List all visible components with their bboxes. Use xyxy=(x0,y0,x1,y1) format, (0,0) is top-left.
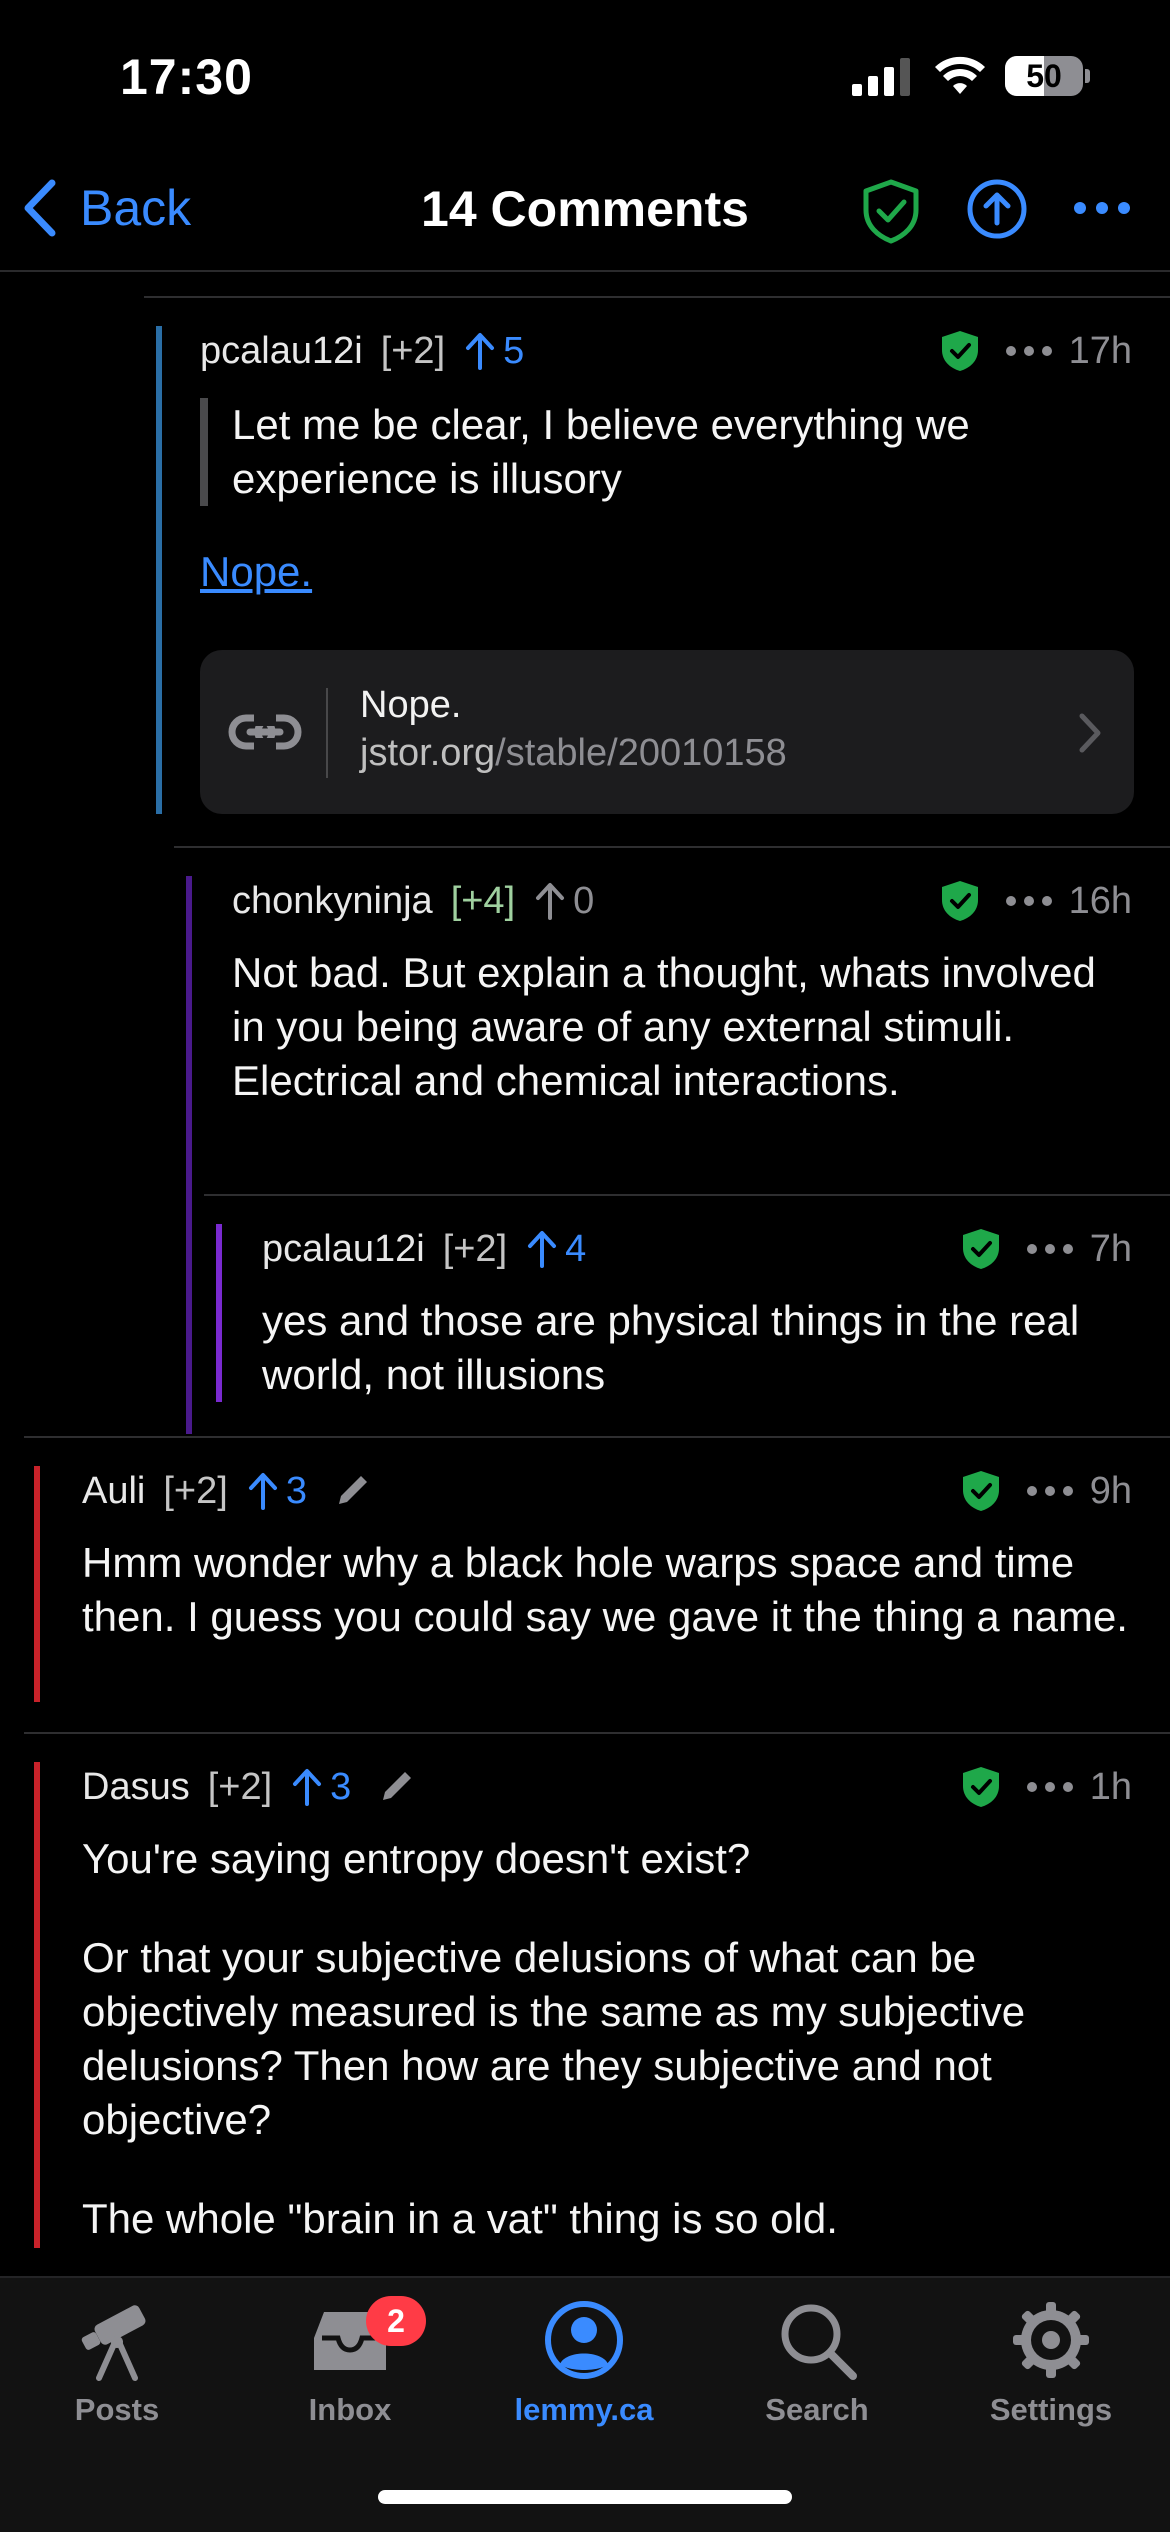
tab-settings[interactable]: Settings xyxy=(951,2298,1151,2428)
inline-link[interactable]: Nope. xyxy=(200,548,312,596)
cellular-signal-icon xyxy=(852,58,910,96)
thread-depth-bar xyxy=(156,326,162,814)
upvote-count[interactable]: 3 xyxy=(292,1766,351,1809)
shield-check-icon[interactable] xyxy=(858,178,924,244)
magnifying-glass-icon xyxy=(781,2304,857,2380)
arrow-up-icon xyxy=(528,1231,557,1268)
comment-paragraph: Or that your subjective delusions of wha… xyxy=(82,1934,1026,2143)
chevron-right-icon xyxy=(1079,713,1101,753)
upvote-count[interactable]: 5 xyxy=(465,330,524,373)
tab-label: Search xyxy=(765,2392,869,2427)
comment-meta: Auli [+2] 3 xyxy=(82,1466,371,1516)
upvote-value: 3 xyxy=(330,1765,352,1808)
tab-label: Posts xyxy=(74,2392,160,2427)
comment-paragraph: You're saying entropy doesn't exist? xyxy=(82,1835,751,1882)
battery-level: 50 xyxy=(1026,58,1062,94)
thread-depth-bar xyxy=(186,876,192,1434)
comment-author[interactable]: Auli xyxy=(82,1470,145,1513)
comment-actions: 7h xyxy=(960,1224,1132,1274)
tab-account[interactable]: lemmy.ca xyxy=(484,2298,684,2428)
navigation-bar: Back 14 Comments xyxy=(0,150,1170,272)
link-card-domain: jstor.org xyxy=(360,732,496,774)
comment-time: 9h xyxy=(1089,1469,1132,1512)
wifi-icon xyxy=(935,56,985,94)
status-time: 17:30 xyxy=(120,49,253,105)
telescope-icon xyxy=(81,2305,146,2381)
tab-search[interactable]: Search xyxy=(717,2298,917,2428)
status-bar: 17:30 50 xyxy=(0,0,1170,150)
upvote-value: 3 xyxy=(285,1469,307,1512)
shield-check-icon xyxy=(962,1229,999,1269)
shield-check-icon xyxy=(941,881,978,921)
comment-score: [+2] xyxy=(442,1227,508,1270)
comment-body: You're saying entropy doesn't exist? Or … xyxy=(82,1832,1142,2246)
shield-check-icon xyxy=(941,331,978,371)
shield-check-icon xyxy=(962,1767,999,1807)
tab-posts[interactable]: Posts xyxy=(17,2298,217,2428)
thread-depth-bar xyxy=(34,1466,40,1702)
comment-score: [+2] xyxy=(163,1469,228,1512)
ellipsis-icon[interactable] xyxy=(1026,1781,1074,1793)
comment-body: Not bad. But explain a thought, whats in… xyxy=(232,949,1096,1104)
comment-author[interactable]: Dasus xyxy=(82,1766,190,1809)
comment-time: 17h xyxy=(1068,329,1132,372)
comment-body: Hmm wonder why a black hole warps space … xyxy=(82,1539,1128,1640)
comment-author[interactable]: chonkyninja xyxy=(232,880,433,923)
ellipsis-icon[interactable] xyxy=(1072,198,1132,218)
comment-score: [+2] xyxy=(207,1765,273,1808)
arrow-up-circle-icon[interactable] xyxy=(966,178,1028,240)
link-preview-card[interactable]: Nope. jstor.org/stable/20010158 xyxy=(200,650,1134,814)
comment-body: yes and those are physical things in the… xyxy=(262,1297,1080,1398)
tab-inbox[interactable]: 2 Inbox xyxy=(250,2296,450,2428)
ellipsis-icon[interactable] xyxy=(1026,1485,1074,1497)
upvote-value: 5 xyxy=(503,329,525,372)
comment-actions: 9h xyxy=(960,1466,1132,1516)
upvote-value: 0 xyxy=(573,879,595,922)
link-card-title: Nope. xyxy=(360,684,462,726)
battery-icon: 50 xyxy=(1005,56,1090,96)
upvote-count[interactable]: 0 xyxy=(535,880,594,923)
ellipsis-icon[interactable] xyxy=(1026,1243,1074,1255)
comment-paragraph: The whole "brain in a vat" thing is so o… xyxy=(82,2195,838,2242)
thread-depth-bar xyxy=(34,1762,40,2248)
tab-label: lemmy.ca xyxy=(514,2392,654,2427)
person-circle-icon xyxy=(545,2301,623,2379)
tab-label: Settings xyxy=(989,2392,1113,2427)
comment-meta: pcalau12i [+2] 5 xyxy=(200,326,524,376)
comment-meta: Dasus [+2] 3 xyxy=(82,1762,415,1812)
comment-author[interactable]: pcalau12i xyxy=(262,1228,425,1271)
upvote-value: 4 xyxy=(565,1227,587,1270)
home-indicator[interactable] xyxy=(378,2490,792,2504)
comment-actions: 1h xyxy=(960,1762,1132,1812)
link-card-path: /stable/20010158 xyxy=(495,732,787,774)
arrow-up-icon xyxy=(248,1473,277,1510)
block-quote: Let me be clear, I believe everything we… xyxy=(200,398,1100,506)
ellipsis-icon[interactable] xyxy=(1005,345,1053,357)
thread-depth-bar xyxy=(216,1224,222,1402)
comment-actions: 16h xyxy=(939,876,1132,926)
tab-label: Inbox xyxy=(308,2392,392,2427)
gear-icon xyxy=(1013,2302,1089,2378)
link-chain-icon xyxy=(228,714,302,750)
comment-score: [+4] xyxy=(450,879,516,922)
pencil-edited-icon xyxy=(383,1772,412,1800)
ellipsis-icon[interactable] xyxy=(1005,895,1053,907)
comment-score: [+2] xyxy=(380,329,446,372)
comment-time: 16h xyxy=(1068,879,1132,922)
comment-time: 7h xyxy=(1089,1227,1132,1270)
inbox-badge: 2 xyxy=(366,2296,426,2346)
upvote-count[interactable]: 4 xyxy=(527,1228,586,1271)
upvote-count[interactable]: 3 xyxy=(248,1470,307,1513)
shield-check-icon xyxy=(962,1471,999,1511)
comment-author[interactable]: pcalau12i xyxy=(200,330,363,373)
comment-time: 1h xyxy=(1089,1765,1132,1808)
comment-meta: pcalau12i [+2] 4 xyxy=(262,1224,586,1274)
pencil-edited-icon xyxy=(338,1476,367,1504)
arrow-up-icon xyxy=(536,883,565,920)
link-card-url: jstor.org/stable/20010158 xyxy=(360,732,787,775)
comment-actions: 17h xyxy=(939,326,1132,376)
comment-meta: chonkyninja [+4] 0 xyxy=(232,876,594,926)
arrow-up-icon xyxy=(293,1769,322,1806)
arrow-up-icon xyxy=(466,333,495,370)
